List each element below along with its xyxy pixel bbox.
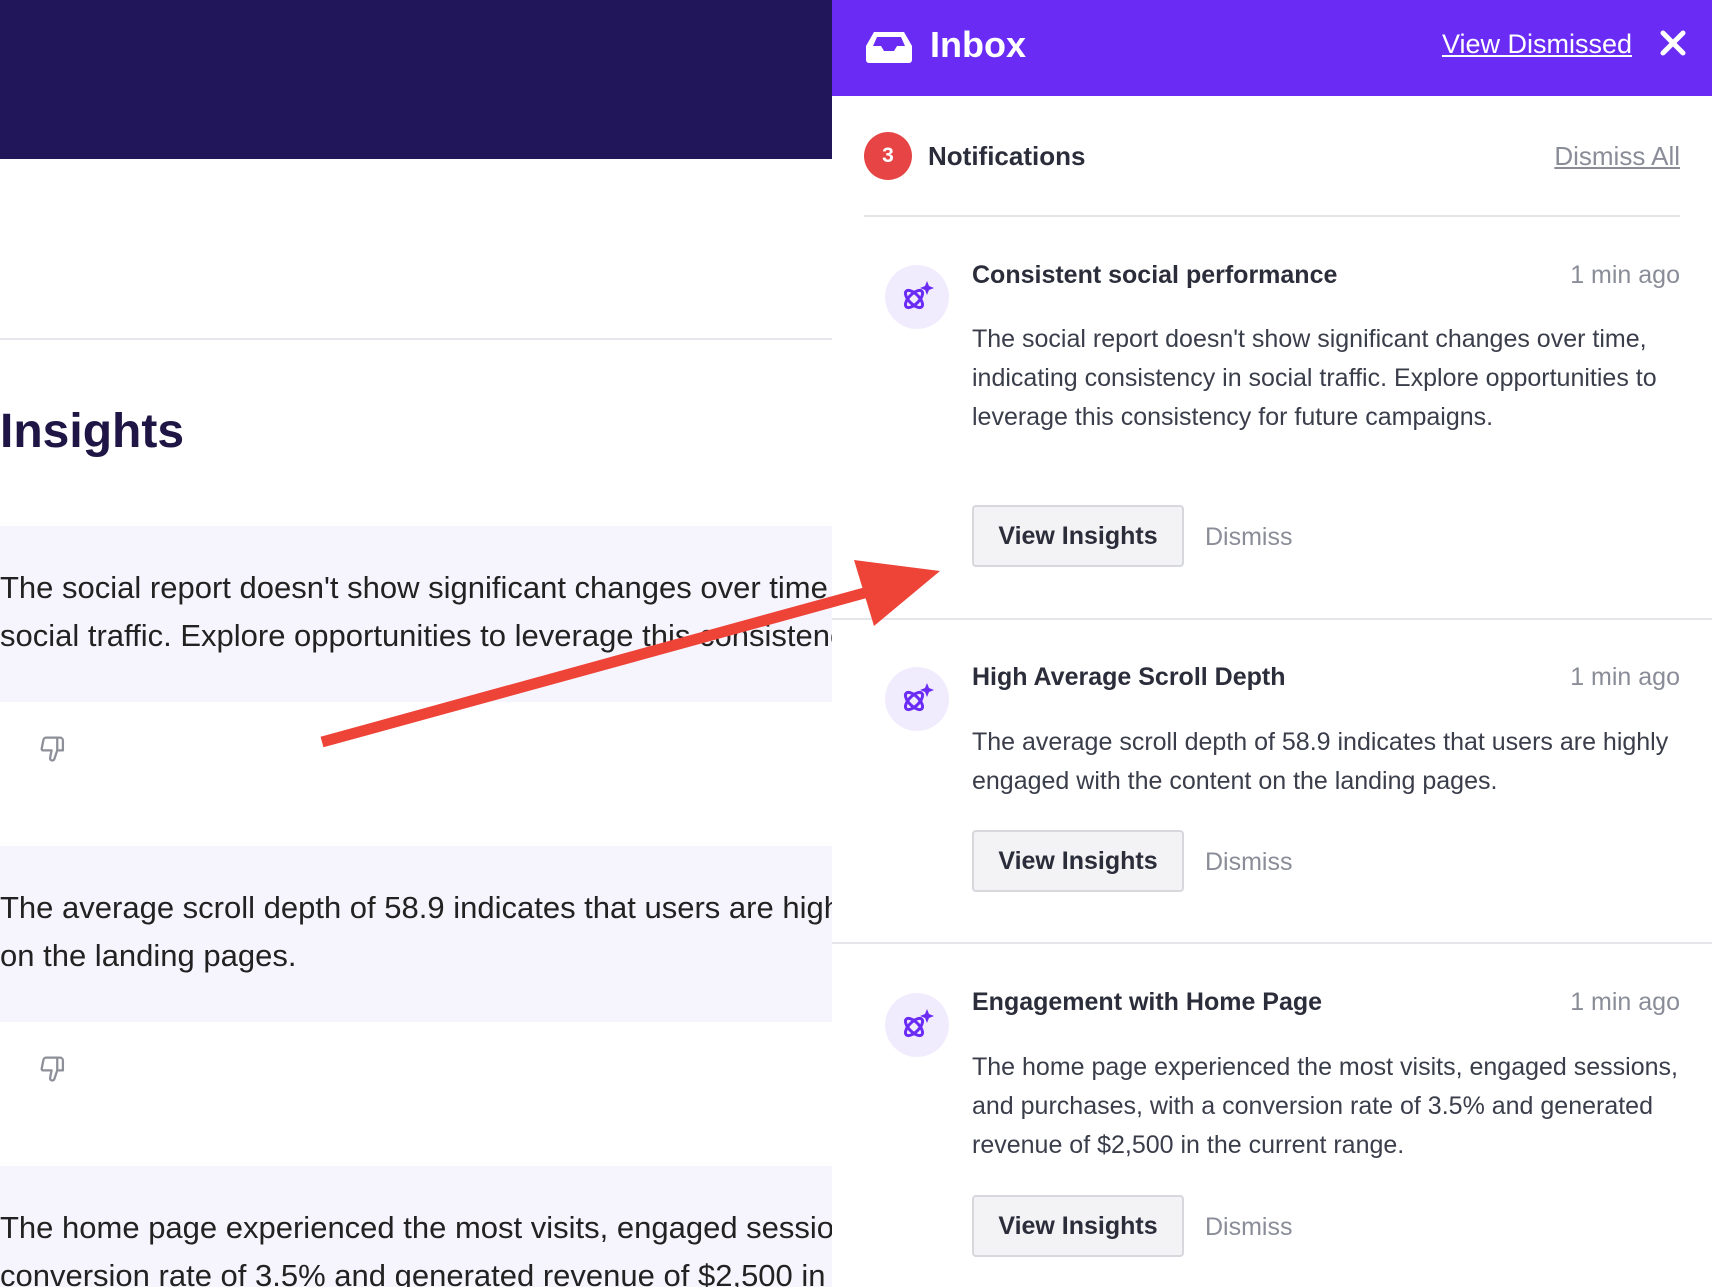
notification-separator <box>832 618 1712 620</box>
notifications-label: Notifications <box>928 141 1086 171</box>
notifications-divider <box>864 215 1680 217</box>
insight-text-line: on the landing pages. <box>0 938 297 973</box>
thumbs-down-icon[interactable] <box>36 732 70 766</box>
sparkle-insight-icon <box>885 265 949 329</box>
notifications-count-badge: 3 <box>864 132 912 180</box>
view-insights-button[interactable]: View Insights <box>972 1195 1184 1257</box>
sparkle-insight-icon <box>885 667 949 731</box>
notification-title: Consistent social performance <box>972 261 1338 289</box>
dismiss-button[interactable]: Dismiss <box>1205 848 1293 877</box>
close-icon[interactable] <box>1658 28 1688 58</box>
notification-title: Engagement with Home Page <box>972 988 1323 1016</box>
notification-description: The social report doesn't show significa… <box>972 325 1657 431</box>
insight-card: The average scroll depth of 58.9 indicat… <box>0 846 832 1022</box>
insight-text-line: The social report doesn't show significa… <box>0 570 828 605</box>
inbox-header: Inbox View Dismissed <box>832 0 1712 96</box>
sparkle-insight-icon <box>885 993 949 1057</box>
notification-title: High Average Scroll Depth <box>972 663 1286 691</box>
notification-time: 1 min ago <box>1570 663 1680 691</box>
dismiss-button[interactable]: Dismiss <box>1205 523 1293 552</box>
inbox-panel: Inbox View Dismissed 3 Notifications Dis… <box>832 0 1712 1287</box>
top-navigation-bar <box>0 0 832 159</box>
notifications-bar: 3 Notifications Dismiss All <box>864 132 1680 182</box>
insight-text-line: conversion rate of 3.5% and generated re… <box>0 1258 826 1287</box>
section-divider <box>0 338 832 340</box>
insight-card: The home page experienced the most visit… <box>0 1166 832 1287</box>
notification-description: The average scroll depth of 58.9 indicat… <box>972 728 1669 795</box>
notification-time: 1 min ago <box>1570 261 1680 289</box>
view-insights-button[interactable]: View Insights <box>972 830 1184 892</box>
view-insights-button[interactable]: View Insights <box>972 505 1184 567</box>
dismiss-all-link[interactable]: Dismiss All <box>1554 141 1680 172</box>
thumbs-down-icon[interactable] <box>36 1052 70 1086</box>
insight-text-line: The average scroll depth of 58.9 indicat… <box>0 890 832 925</box>
notification-separator <box>832 942 1712 944</box>
inbox-title: Inbox <box>930 24 1026 65</box>
insight-text-line: social traffic. Explore opportunities to… <box>0 618 832 653</box>
view-dismissed-link[interactable]: View Dismissed <box>1442 29 1632 60</box>
inbox-tray-icon <box>866 32 912 63</box>
notification-description: The home page experienced the most visit… <box>972 1053 1678 1159</box>
insights-page: Insights The social report doesn't show … <box>0 0 832 1287</box>
insight-text: The average scroll depth of 58.9 indicat… <box>0 884 832 980</box>
insight-text: The home page experienced the most visit… <box>0 1204 832 1287</box>
insight-text-line: The home page experienced the most visit… <box>0 1210 832 1245</box>
dismiss-button[interactable]: Dismiss <box>1205 1213 1293 1242</box>
page-title: Insights <box>0 405 185 458</box>
insight-card: The social report doesn't show significa… <box>0 526 832 702</box>
insight-text: The social report doesn't show significa… <box>0 564 832 660</box>
notification-time: 1 min ago <box>1570 988 1680 1016</box>
